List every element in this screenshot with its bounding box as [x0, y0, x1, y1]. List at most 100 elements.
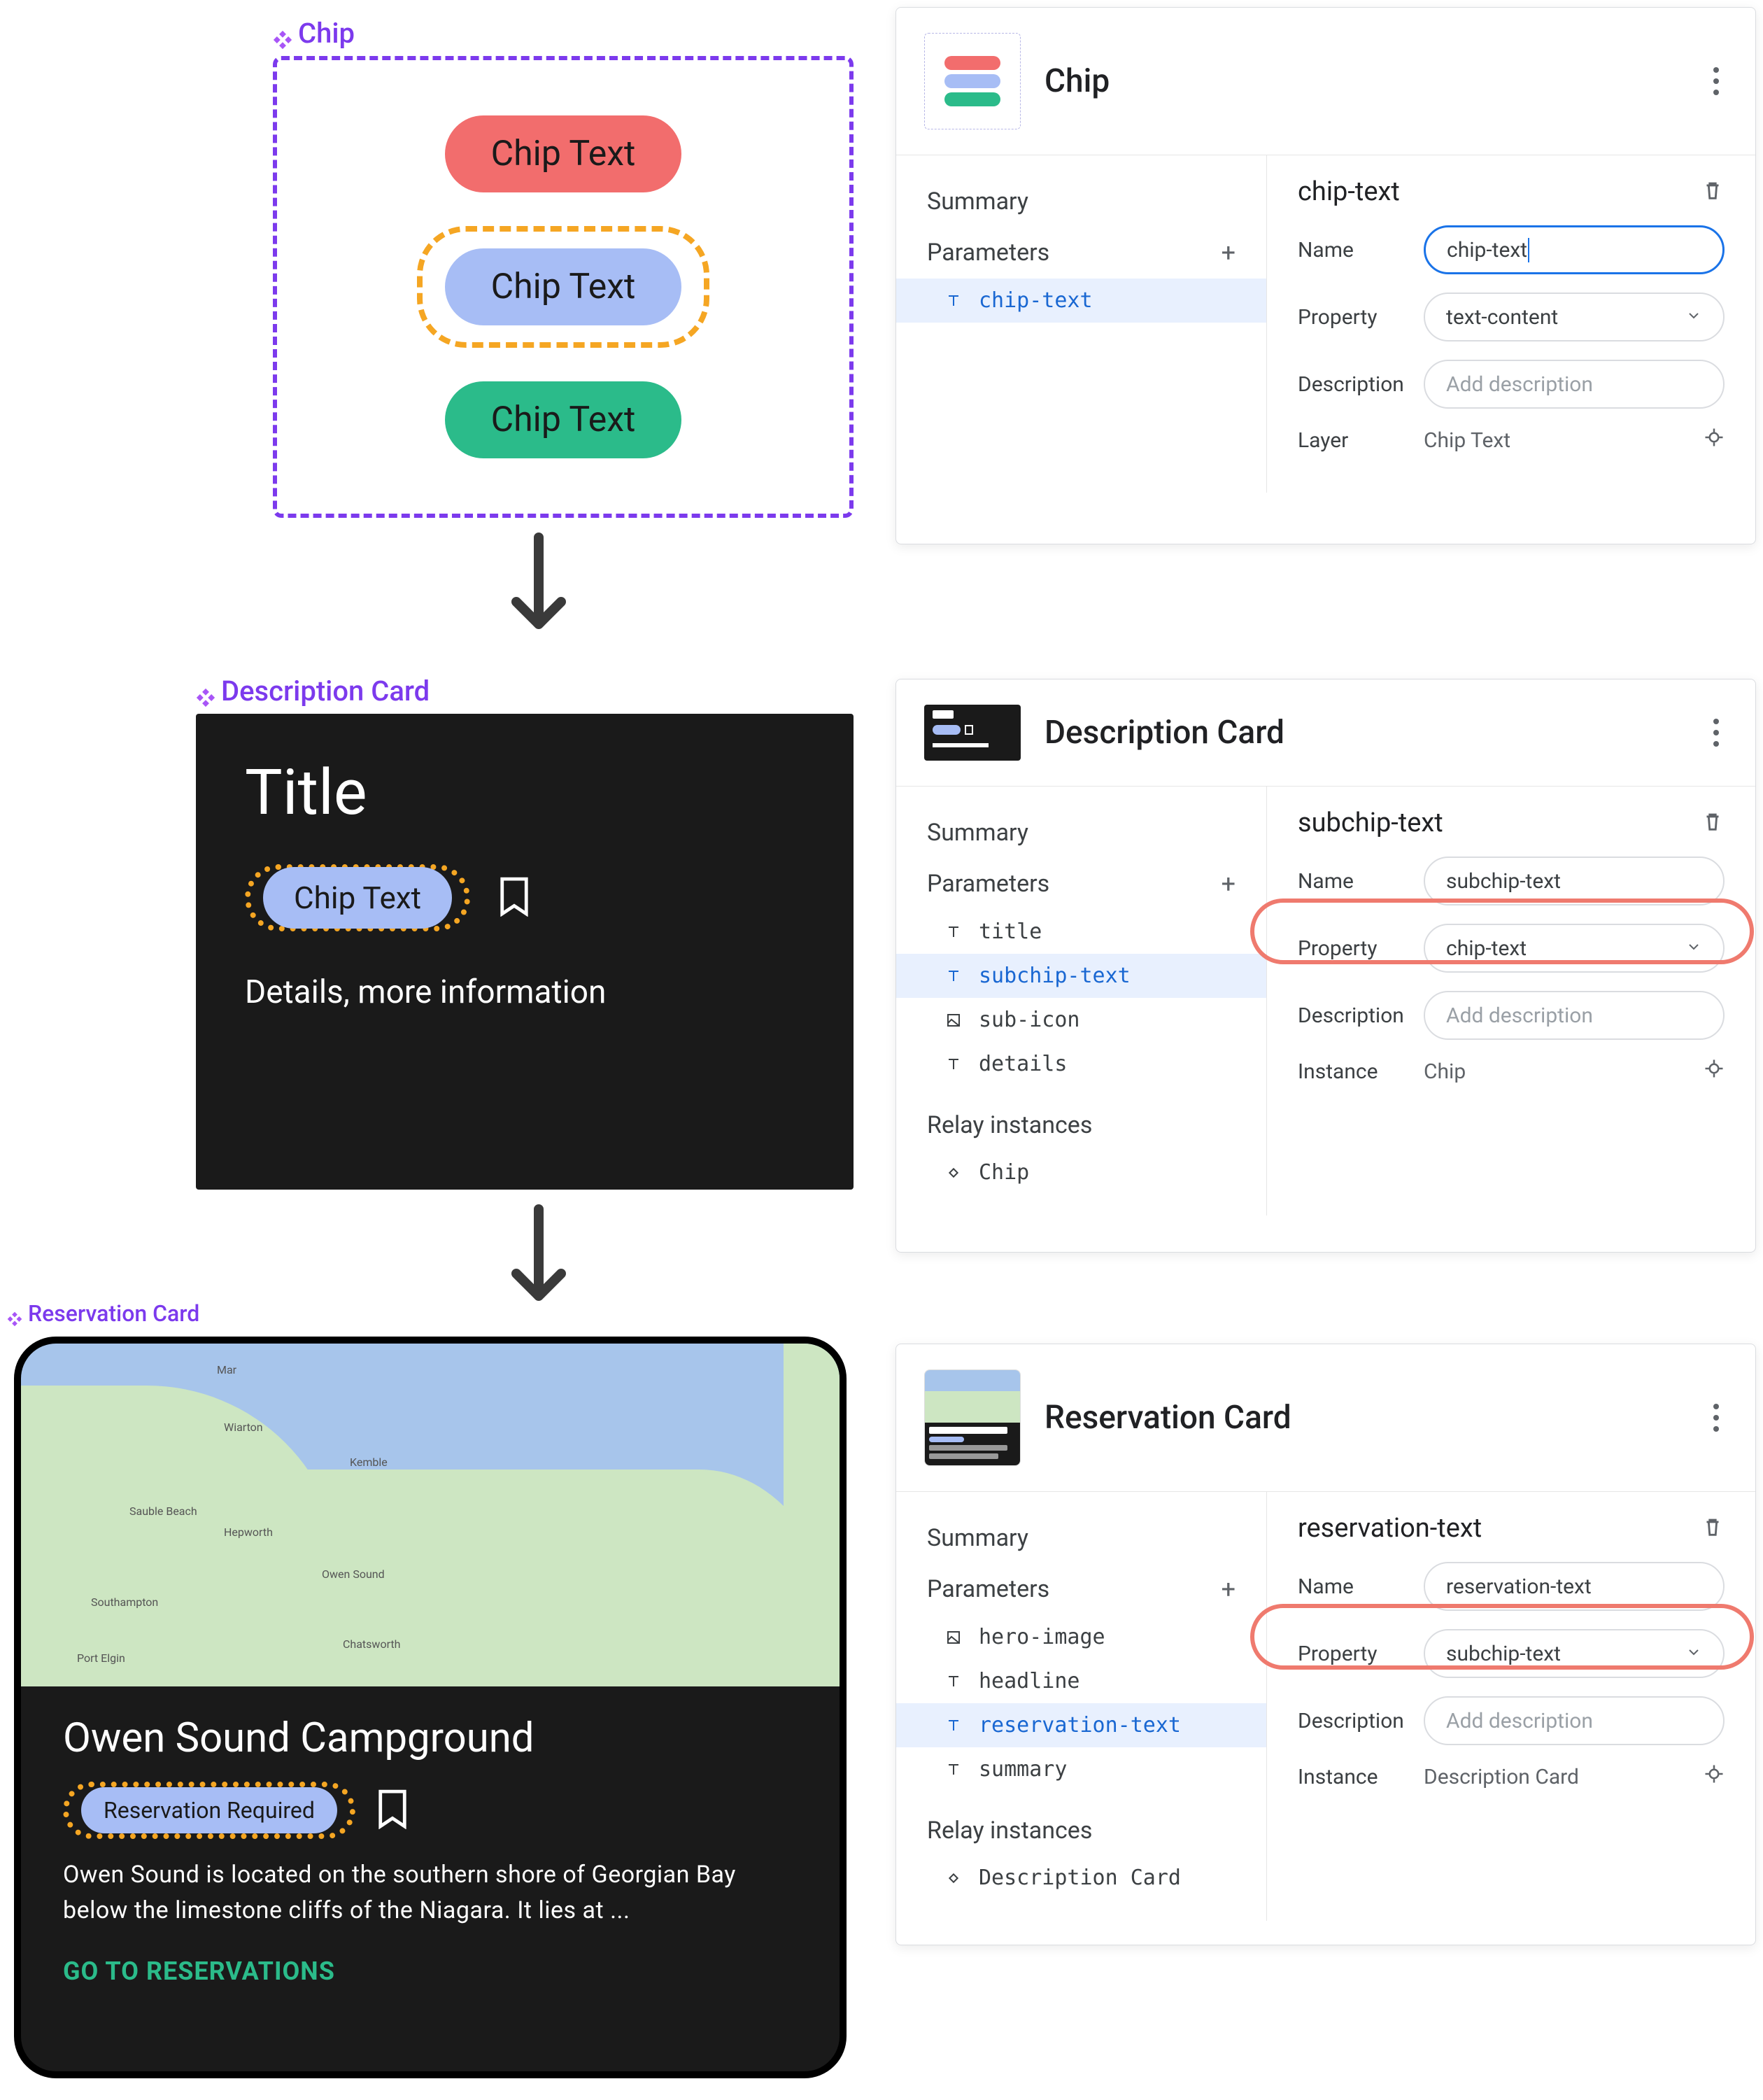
- component-icon: [196, 682, 215, 701]
- param-type-icon: [944, 1760, 963, 1780]
- description-input[interactable]: Add description: [1424, 1696, 1725, 1745]
- property-select[interactable]: subchip-text: [1424, 1629, 1725, 1678]
- param-name: Description Card: [979, 1866, 1181, 1890]
- chip-variant-red: Chip Text: [445, 115, 682, 192]
- add-parameter-button[interactable]: +: [1222, 1574, 1235, 1604]
- label-text: Reservation Card: [28, 1300, 199, 1327]
- component-label-description-card: Description Card: [196, 675, 430, 707]
- param-name: chip-text: [979, 288, 1093, 313]
- instance-value: Description Card: [1424, 1763, 1725, 1790]
- param-item-subchip-text[interactable]: subchip-text: [896, 954, 1266, 998]
- panel-thumbnail: [924, 705, 1021, 761]
- description-input[interactable]: Add description: [1424, 360, 1725, 409]
- param-type-icon: [944, 966, 963, 986]
- card-title: Title: [245, 756, 805, 829]
- param-name: headline: [979, 1669, 1080, 1693]
- param-type-icon: [944, 1628, 963, 1647]
- param-name: hero-image: [979, 1625, 1105, 1649]
- component-label-reservation-card: Reservation Card: [7, 1300, 199, 1327]
- locate-icon[interactable]: [1704, 1763, 1725, 1790]
- param-type-icon: [944, 922, 963, 942]
- param-type-icon: [944, 1055, 963, 1074]
- map-image: Mar Wiarton Kemble Sauble Beach Hepworth…: [21, 1344, 840, 1686]
- chevron-down-icon: [1685, 1642, 1702, 1666]
- summary-section[interactable]: Summary: [896, 176, 1266, 227]
- parameters-section: Parameters +: [896, 227, 1266, 279]
- add-parameter-button[interactable]: +: [1222, 238, 1235, 267]
- param-item-hero-image[interactable]: hero-image: [896, 1615, 1266, 1659]
- chip-highlight: Reservation Required: [63, 1782, 355, 1839]
- chip-instance: Reservation Required: [81, 1787, 337, 1833]
- param-item-details[interactable]: details: [896, 1042, 1266, 1086]
- panel-title: Reservation Card: [1045, 1399, 1676, 1437]
- param-type-icon: [944, 1716, 963, 1735]
- param-type-icon: [944, 1010, 963, 1030]
- param-name: summary: [979, 1757, 1067, 1782]
- chip-highlight: Chip Text: [245, 864, 470, 931]
- component-label-chip: Chip: [273, 17, 355, 50]
- detail-title: reservation-text: [1298, 1513, 1482, 1544]
- panel-thumbnail: [924, 1369, 1021, 1466]
- delete-icon[interactable]: [1701, 178, 1725, 205]
- delete-icon[interactable]: [1701, 810, 1725, 836]
- summary-section[interactable]: Summary: [896, 1513, 1266, 1563]
- relay-section: Relay instances: [896, 1805, 1266, 1856]
- description-input[interactable]: Add description: [1424, 991, 1725, 1040]
- chevron-down-icon: [1685, 305, 1702, 330]
- param-name: details: [979, 1052, 1067, 1076]
- locate-icon[interactable]: [1704, 1058, 1725, 1085]
- kebab-menu-icon[interactable]: [1699, 1404, 1727, 1432]
- instance-value: Chip: [1424, 1058, 1725, 1085]
- param-item-Chip[interactable]: Chip: [896, 1150, 1266, 1195]
- param-item-title[interactable]: title: [896, 910, 1266, 954]
- param-item-sub-icon[interactable]: sub-icon: [896, 998, 1266, 1042]
- param-type-icon: [944, 1672, 963, 1691]
- summary-section[interactable]: Summary: [896, 808, 1266, 858]
- go-to-reservations-button[interactable]: GO TO RESERVATIONS: [63, 1957, 798, 1986]
- reservation-card-preview: Mar Wiarton Kemble Sauble Beach Hepworth…: [14, 1337, 847, 2078]
- param-name: sub-icon: [979, 1008, 1080, 1032]
- add-parameter-button[interactable]: +: [1222, 869, 1235, 899]
- param-item-headline[interactable]: headline: [896, 1659, 1266, 1703]
- panel-thumbnail: [924, 33, 1021, 129]
- delete-icon[interactable]: [1701, 1515, 1725, 1542]
- chip-instance: Chip Text: [263, 867, 452, 929]
- panel-title: Description Card: [1045, 714, 1676, 752]
- param-item-summary[interactable]: summary: [896, 1747, 1266, 1791]
- param-name: title: [979, 919, 1042, 944]
- description-card-preview: Title Chip Text Details, more informatio…: [196, 714, 854, 1190]
- name-input[interactable]: reservation-text: [1424, 1562, 1725, 1611]
- summary-text: Owen Sound is located on the southern sh…: [63, 1857, 798, 1929]
- parameters-section: Parameters +: [896, 1563, 1266, 1615]
- name-input[interactable]: chip-text: [1424, 225, 1725, 274]
- relay-section: Relay instances: [896, 1100, 1266, 1150]
- kebab-menu-icon[interactable]: [1699, 719, 1727, 747]
- panel-title: Chip: [1045, 62, 1676, 100]
- param-type-icon: [944, 1163, 963, 1183]
- property-select[interactable]: text-content: [1424, 293, 1725, 341]
- locate-icon[interactable]: [1704, 427, 1725, 453]
- param-type-icon: [944, 291, 963, 311]
- arrow-down-icon: [497, 532, 581, 665]
- property-select[interactable]: chip-text: [1424, 924, 1725, 973]
- label-text: Description Card: [221, 675, 430, 707]
- bookmark-icon: [498, 876, 530, 919]
- detail-title: subchip-text: [1298, 808, 1443, 838]
- detail-title: chip-text: [1298, 176, 1400, 207]
- component-icon: [7, 1306, 22, 1321]
- headline: Owen Sound Campground: [63, 1714, 798, 1762]
- arrow-down-icon: [497, 1204, 581, 1337]
- param-name: subchip-text: [979, 964, 1131, 988]
- label-text: Chip: [298, 17, 355, 50]
- param-item-chip-text[interactable]: chip-text: [896, 279, 1266, 323]
- panel-description-card: Description Card Summary Parameters + ti…: [895, 679, 1756, 1253]
- name-input[interactable]: subchip-text: [1424, 857, 1725, 905]
- bookmark-icon: [376, 1789, 409, 1832]
- param-item-Description Card[interactable]: Description Card: [896, 1856, 1266, 1900]
- chevron-down-icon: [1685, 936, 1702, 961]
- parameters-section: Parameters +: [896, 858, 1266, 910]
- param-item-reservation-text[interactable]: reservation-text: [896, 1703, 1266, 1747]
- kebab-menu-icon[interactable]: [1699, 67, 1727, 95]
- chip-highlight: Chip Text: [417, 226, 710, 348]
- param-name: reservation-text: [979, 1713, 1181, 1738]
